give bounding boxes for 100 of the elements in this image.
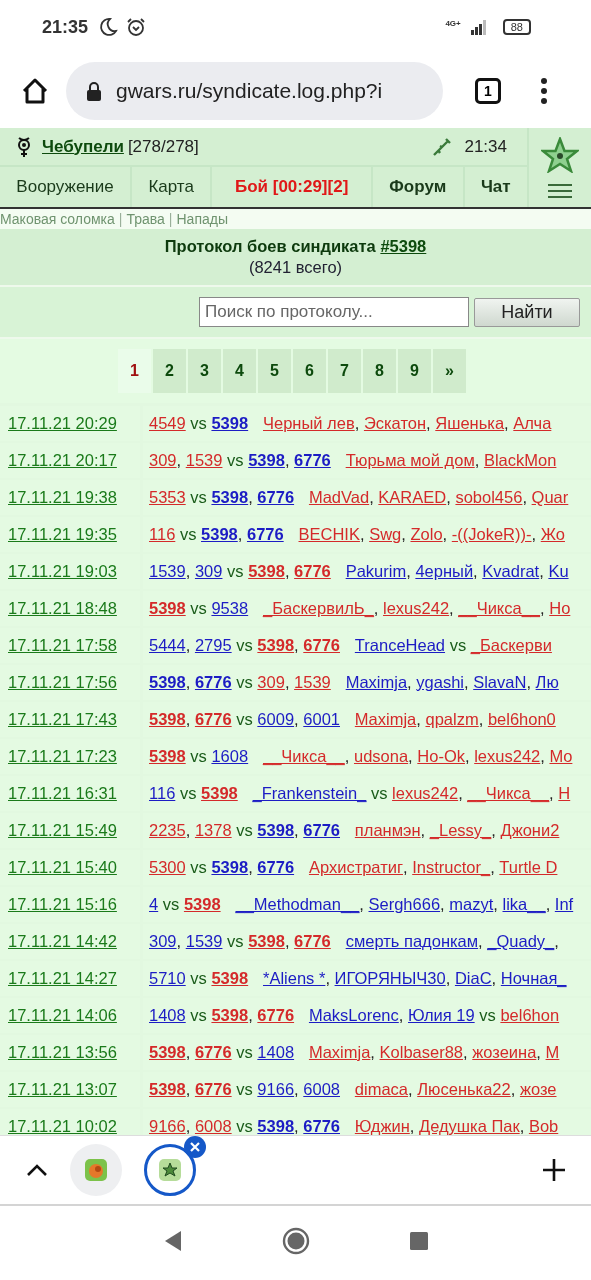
category-link[interactable]: Маковая соломка — [0, 211, 115, 227]
syndicate-link[interactable]: 5398 — [149, 1080, 186, 1099]
battle-date-link[interactable]: 17.11.21 15:40 — [8, 858, 117, 877]
player-link[interactable]: Zolo — [410, 525, 443, 544]
syndicate-link[interactable]: 5398 — [201, 525, 238, 544]
player-link[interactable]: lexus242 — [392, 784, 459, 803]
battle-date-link[interactable]: 17.11.21 17:43 — [8, 710, 117, 729]
player-link[interactable]: Ho-Ok — [417, 747, 465, 766]
nav-link[interactable]: Карта — [132, 167, 211, 207]
player-link[interactable]: lexus242 — [474, 747, 541, 766]
syndicate-link[interactable]: 4 — [149, 895, 159, 914]
page-link[interactable]: 8 — [363, 349, 396, 393]
page-link[interactable]: 7 — [328, 349, 361, 393]
page-link[interactable]: » — [433, 349, 466, 393]
battle-date-link[interactable]: 17.11.21 19:35 — [8, 525, 117, 544]
player-link[interactable]: Н — [558, 784, 571, 803]
battle-date-link[interactable]: 17.11.21 16:31 — [8, 784, 117, 803]
battle-date-link[interactable]: 17.11.21 20:29 — [8, 414, 117, 433]
player-link[interactable]: __Чикса__ — [263, 747, 345, 766]
player-link[interactable]: MaksLorenc — [308, 1006, 399, 1025]
syndicate-link[interactable]: 309 — [149, 451, 177, 470]
syndicate-link[interactable]: 5398 — [248, 932, 285, 951]
player-link[interactable]: MadVad — [308, 488, 370, 507]
player-link[interactable]: _БаскервилЬ_ — [263, 599, 374, 618]
syndicate-link[interactable]: 2235 — [149, 821, 186, 840]
page-link[interactable]: 3 — [188, 349, 221, 393]
player-link[interactable]: ygashi — [416, 673, 464, 692]
syndicate-link[interactable]: 6776 — [294, 932, 331, 951]
syndicate-link[interactable]: 9538 — [211, 599, 249, 618]
player-link[interactable]: M — [545, 1043, 560, 1062]
home-icon[interactable] — [20, 76, 50, 106]
syndicate-link[interactable]: 6776 — [194, 710, 232, 729]
player-link[interactable]: Тюрьма мой дом — [345, 451, 475, 470]
battle-date-link[interactable]: 17.11.21 17:23 — [8, 747, 117, 766]
player-link[interactable]: TranceHead — [354, 636, 446, 655]
player-link[interactable]: жозе — [519, 1080, 557, 1099]
search-button[interactable]: Найти — [474, 297, 580, 327]
syndicate-link[interactable]: 6008 — [303, 1080, 340, 1099]
syndicate-link[interactable]: 6009 — [257, 710, 295, 729]
nav-link[interactable]: Бой [00:29][2] — [212, 167, 371, 207]
player-link[interactable]: bel6hon — [500, 1006, 560, 1025]
syndicate-link[interactable]: 5398 — [211, 969, 249, 988]
player-link[interactable]: Жо — [540, 525, 565, 544]
syndicate-link[interactable]: 6776 — [194, 1080, 232, 1099]
syndicate-link[interactable]: 5398 — [211, 1006, 249, 1025]
syndicate-link[interactable]: 6776 — [257, 488, 295, 507]
player-link[interactable]: Ночная_ — [500, 969, 567, 988]
syndicate-link[interactable]: 1408 — [257, 1043, 295, 1062]
page-link[interactable]: 1 — [118, 349, 151, 393]
player-link[interactable]: 4ерный — [415, 562, 474, 581]
player-link[interactable]: Юлия 19 — [408, 1006, 475, 1025]
syndicate-link[interactable]: 6008 — [194, 1117, 232, 1135]
syndicate-link[interactable]: 9166 — [149, 1117, 186, 1135]
syndicate-link[interactable]: 4549 — [149, 414, 186, 433]
battle-date-link[interactable]: 17.11.21 20:17 — [8, 451, 117, 470]
syndicate-link[interactable]: 5398 — [211, 858, 249, 877]
page-link[interactable]: 6 — [293, 349, 326, 393]
player-link[interactable]: _Lessy_ — [429, 821, 492, 840]
player-link[interactable]: Но — [549, 599, 571, 618]
category-link[interactable]: Напады — [176, 211, 228, 227]
player-link[interactable]: __Methodman__ — [235, 895, 360, 914]
syndicate-link[interactable]: 309 — [194, 562, 223, 581]
battle-date-link[interactable]: 17.11.21 13:56 — [8, 1043, 117, 1062]
player-link[interactable]: Архистратиг — [308, 858, 403, 877]
syndicate-link[interactable]: 6776 — [303, 821, 340, 840]
category-link[interactable]: Трава — [126, 211, 165, 227]
battle-date-link[interactable]: 17.11.21 14:06 — [8, 1006, 117, 1025]
chevron-up-icon[interactable] — [26, 1163, 48, 1177]
player-link[interactable]: Джони2 — [500, 821, 560, 840]
battle-date-link[interactable]: 17.11.21 19:03 — [8, 562, 117, 581]
player-link[interactable]: Instructor_ — [412, 858, 491, 877]
syndicate-link[interactable]: 5398 — [149, 599, 186, 618]
syndicate-link[interactable]: 6776 — [294, 562, 331, 581]
player-link[interactable]: _Баскерви — [470, 636, 552, 655]
player-link[interactable]: Эскатон — [363, 414, 427, 433]
syndicate-link[interactable]: 6776 — [294, 451, 331, 470]
player-link[interactable]: ИГОРЯНЫЧ30 — [334, 969, 446, 988]
player-link[interactable]: Inf — [554, 895, 574, 914]
player-link[interactable]: sobol456 — [455, 488, 523, 507]
syndicate-link[interactable]: 5398 — [211, 488, 249, 507]
syndicate-link[interactable]: 1539 — [294, 673, 331, 692]
player-link[interactable]: -((JokeR))- — [451, 525, 532, 544]
syndicate-link[interactable]: 5398 — [183, 895, 221, 914]
back-icon[interactable] — [163, 1230, 182, 1252]
syndicate-link[interactable]: 1539 — [149, 562, 186, 581]
player-link[interactable]: BlackMon — [483, 451, 557, 470]
close-icon[interactable] — [184, 1136, 206, 1158]
player-link[interactable]: lika__ — [502, 895, 546, 914]
player-link[interactable]: жозеина — [472, 1043, 537, 1062]
player-link[interactable]: Turtle D — [499, 858, 558, 877]
tab-thumbnail[interactable] — [70, 1144, 122, 1196]
syndicate-link[interactable]: 1378 — [194, 821, 232, 840]
syndicate-link[interactable]: 5398 — [248, 562, 285, 581]
syndicate-link[interactable]: 6776 — [194, 673, 232, 692]
syndicate-link[interactable]: 5300 — [149, 858, 186, 877]
recents-icon[interactable] — [409, 1232, 428, 1250]
plus-icon[interactable] — [542, 1158, 566, 1182]
nav-link[interactable]: Чат — [464, 167, 527, 207]
player-link[interactable]: Pakurim — [345, 562, 407, 581]
star-icon[interactable] — [541, 136, 579, 173]
